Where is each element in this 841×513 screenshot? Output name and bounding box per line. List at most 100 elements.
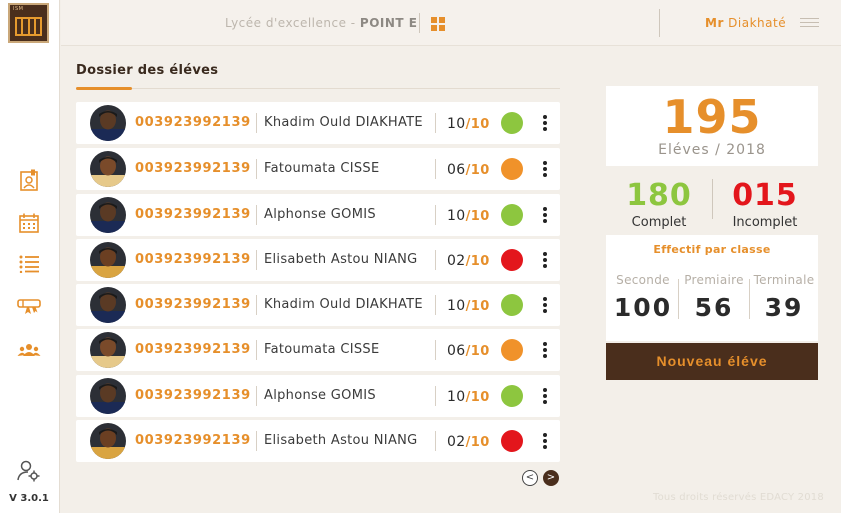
status-indicator (501, 112, 523, 134)
hamburger-icon[interactable] (800, 18, 819, 30)
complete-label: Complet (631, 215, 687, 230)
student-id: 003923992139 (135, 252, 251, 267)
class-breakdown-title: Effectif par classe (653, 243, 771, 256)
incomplete-label: Incomplet (732, 215, 798, 230)
score-value: 06 (447, 162, 466, 178)
divider (435, 431, 436, 451)
class-label: Seconde (616, 273, 670, 287)
incomplete-stat: 015 Incomplet (712, 178, 818, 230)
status-indicator (501, 249, 523, 271)
score-value: 06 (447, 343, 466, 359)
class-label: Premiaire (684, 273, 744, 287)
student-id: 003923992139 (135, 115, 251, 130)
more-options-icon[interactable] (542, 161, 548, 177)
score-value: 02 (447, 434, 466, 450)
new-student-button[interactable]: Nouveau éléve (606, 343, 818, 380)
more-options-icon[interactable] (542, 433, 548, 449)
user-name[interactable]: Mr Diakhaté (705, 16, 786, 30)
total-card: 195 Eléves / 2018 (606, 86, 818, 166)
more-options-icon[interactable] (542, 297, 548, 313)
divider (659, 9, 660, 37)
school-label: Lycée d'excellence - POINT E (225, 16, 418, 30)
student-id: 003923992139 (135, 161, 251, 176)
divider (256, 295, 257, 315)
user-lastname: Diakhaté (723, 16, 787, 30)
status-indicator (501, 430, 523, 452)
student-row[interactable]: 003923992139 Elisabeth Astou NIANG 02/10 (76, 420, 560, 462)
school-prefix: Lycée d'excellence - (225, 16, 360, 30)
more-options-icon[interactable] (542, 342, 548, 358)
student-row[interactable]: 003923992139 Khadim Ould DIAKHATE 10/10 (76, 284, 560, 326)
score-value: 10 (447, 208, 466, 224)
student-name: Fatoumata CISSE (264, 342, 380, 357)
list-icon[interactable] (17, 252, 41, 276)
student-row[interactable]: 003923992139 Khadim Ould DIAKHATE 10/10 (76, 102, 560, 144)
status-indicator (501, 339, 523, 361)
status-indicator (501, 294, 523, 316)
avatar (90, 242, 126, 278)
student-file-icon[interactable] (17, 168, 41, 192)
more-options-icon[interactable] (542, 207, 548, 223)
student-score: 02/10 (447, 253, 490, 269)
score-max: /10 (465, 209, 490, 224)
student-row[interactable]: 003923992139 Alphonse GOMIS 10/10 (76, 375, 560, 417)
class-column-premiere: Premiaire 56 (679, 273, 749, 322)
user-prefix: Mr (705, 16, 724, 30)
student-row[interactable]: 003923992139 Fatoumata CISSE 06/10 (76, 148, 560, 190)
divider (435, 250, 436, 270)
student-row[interactable]: 003923992139 Fatoumata CISSE 06/10 (76, 329, 560, 371)
incomplete-count: 015 (732, 178, 798, 213)
divider (435, 386, 436, 406)
next-page-button[interactable]: > (543, 470, 559, 486)
status-indicator (501, 204, 523, 226)
divider (435, 113, 436, 133)
topbar: Lycée d'excellence - POINT E Mr Diakhaté (61, 0, 841, 46)
more-options-icon[interactable] (542, 388, 548, 404)
total-count: 195 (662, 90, 762, 144)
score-value: 10 (447, 389, 466, 405)
divider (256, 250, 257, 270)
student-name: Alphonse GOMIS (264, 207, 376, 222)
student-score: 10/10 (447, 116, 490, 132)
graduation-icon[interactable] (17, 294, 41, 318)
divider (256, 113, 257, 133)
divider (256, 205, 257, 225)
more-options-icon[interactable] (542, 252, 548, 268)
class-breakdown-card: Effectif par classe Seconde 100 Premiair… (606, 235, 818, 341)
complete-count: 180 (626, 178, 692, 213)
student-score: 10/10 (447, 208, 490, 224)
score-max: /10 (465, 299, 490, 314)
logo-text: ISM (13, 6, 24, 12)
avatar (90, 151, 126, 187)
student-name: Khadim Ould DIAKHATE (264, 297, 423, 312)
users-icon[interactable] (17, 338, 41, 362)
student-id: 003923992139 (135, 297, 251, 312)
user-settings-icon[interactable] (17, 459, 41, 483)
more-options-icon[interactable] (542, 115, 548, 131)
student-id: 003923992139 (135, 342, 251, 357)
divider (419, 13, 420, 33)
student-id: 003923992139 (135, 433, 251, 448)
avatar (90, 378, 126, 414)
grid-icon[interactable] (431, 16, 445, 35)
student-name: Elisabeth Astou NIANG (264, 252, 418, 267)
calendar-icon[interactable] (17, 211, 41, 235)
student-row[interactable]: 003923992139 Alphonse GOMIS 10/10 (76, 194, 560, 236)
student-name: Alphonse GOMIS (264, 388, 376, 403)
student-row[interactable]: 003923992139 Elisabeth Astou NIANG 02/10 (76, 239, 560, 281)
school-name: POINT E (359, 16, 418, 30)
score-max: /10 (465, 435, 490, 450)
prev-page-button[interactable]: < (522, 470, 538, 486)
score-value: 10 (447, 298, 466, 314)
class-count: 39 (764, 293, 804, 322)
section-title: Dossier des éléves (76, 63, 219, 78)
class-count: 56 (694, 293, 734, 322)
avatar (90, 423, 126, 459)
sidebar: ISM V 3.0.1 (0, 0, 60, 513)
student-id: 003923992139 (135, 388, 251, 403)
divider (435, 159, 436, 179)
logo[interactable]: ISM (8, 3, 49, 43)
student-score: 02/10 (447, 434, 490, 450)
avatar (90, 332, 126, 368)
total-label: Eléves / 2018 (658, 142, 766, 158)
